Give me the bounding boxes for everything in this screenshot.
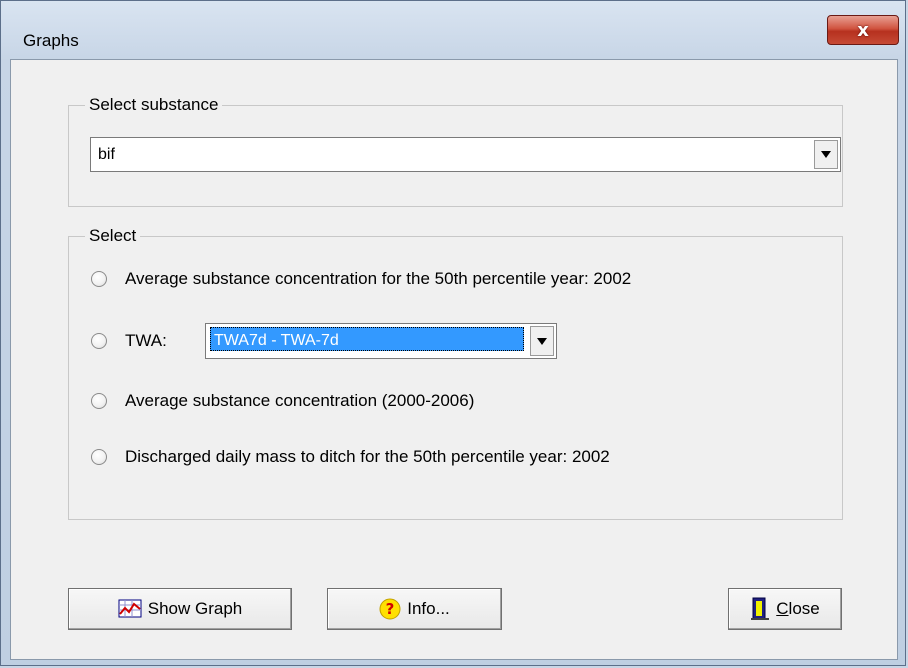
twa-dropdown-value: TWA7d - TWA-7d <box>214 332 339 349</box>
close-button[interactable]: Close <box>728 588 842 630</box>
window-title: Graphs <box>23 31 79 50</box>
radio-avg-concentration-range[interactable]: Average substance concentration (2000-20… <box>91 391 474 411</box>
select-substance-group: Select substance bif <box>68 95 843 207</box>
twa-dropdown-arrow[interactable] <box>530 326 554 356</box>
chart-icon <box>118 599 142 619</box>
window-close-button[interactable]: x <box>827 15 899 45</box>
radio-button[interactable] <box>91 271 107 287</box>
radio-button[interactable] <box>91 449 107 465</box>
radio-button[interactable] <box>91 393 107 409</box>
question-icon: ? <box>379 598 401 620</box>
twa-dropdown[interactable]: TWA7d - TWA-7d <box>205 323 557 359</box>
close-label: Close <box>776 599 819 619</box>
substance-dropdown-arrow[interactable] <box>814 140 838 169</box>
radio-avg-concentration-2002[interactable]: Average substance concentration for the … <box>91 269 631 289</box>
radio-label: Discharged daily mass to ditch for the 5… <box>125 447 610 466</box>
radio-twa[interactable]: TWA: <box>91 331 167 351</box>
substance-dropdown[interactable]: bif <box>90 137 841 172</box>
close-mnemonic: C <box>776 599 789 618</box>
radio-discharged-mass[interactable]: Discharged daily mass to ditch for the 5… <box>91 447 610 467</box>
show-graph-label: Show Graph <box>147 599 243 618</box>
svg-text:?: ? <box>386 600 395 618</box>
show-graph-button[interactable]: Show Graph <box>68 588 292 630</box>
substance-dropdown-value: bif <box>98 146 115 163</box>
close-icon: x <box>857 19 869 41</box>
dialog-window: Graphs x Select substance bif Select Ave… <box>0 0 906 666</box>
close-label-rest: lose <box>788 599 820 618</box>
radio-label: Average substance concentration (2000-20… <box>125 391 475 410</box>
radio-button[interactable] <box>91 333 107 349</box>
info-label: Info... <box>407 599 450 618</box>
dialog-client-area: Select substance bif Select Average subs… <box>10 59 898 660</box>
radio-label: Average substance concentration for the … <box>125 269 632 288</box>
door-exit-icon <box>750 597 770 621</box>
select-group: Select Average substance concentration f… <box>68 226 843 520</box>
select-label: Select <box>85 226 141 246</box>
info-button[interactable]: ? Info... <box>327 588 502 630</box>
radio-label: TWA: <box>125 331 167 350</box>
title-bar[interactable]: Graphs x <box>1 1 907 59</box>
chevron-down-icon <box>821 151 831 158</box>
chevron-down-icon <box>537 337 547 345</box>
select-substance-label: Select substance <box>85 95 223 115</box>
